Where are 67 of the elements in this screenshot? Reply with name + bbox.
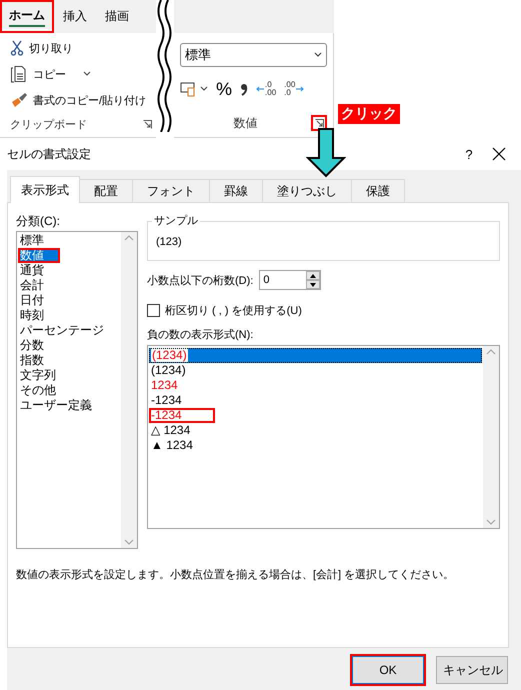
group-label: 数値 [232, 114, 258, 132]
format-item[interactable]: (1234) [149, 363, 482, 378]
callout-label: クリック [338, 104, 400, 124]
ribbon-tab[interactable]: 描画 [96, 0, 138, 33]
category-item[interactable]: 会計 [18, 278, 120, 293]
checkbox-label: 桁区切り ( , ) を使用する(U) [165, 304, 302, 318]
category-item[interactable]: 指数 [18, 353, 120, 368]
launcher-icon [314, 118, 324, 128]
group-legend: サンプル [152, 214, 200, 228]
ribbon-tab[interactable]: ホーム [0, 0, 54, 33]
scissors-icon [10, 40, 24, 56]
copy-icon [10, 65, 28, 83]
category-item[interactable]: パーセンテージ [18, 323, 120, 338]
format-text: (1234) [151, 348, 188, 362]
field-label: 負の数の表示形式(N): [147, 328, 254, 342]
format-text: (1234) [151, 363, 186, 377]
decrease-decimal-button[interactable]: .0 .00 [256, 81, 276, 97]
format-item[interactable]: △ 1234 [149, 423, 482, 438]
dialog-tab[interactable]: 保護 [351, 179, 405, 202]
sample-value: (123) [156, 236, 182, 248]
field-label: 分類(C): [16, 212, 61, 230]
description-text: 数値の表示形式を設定します。小数点位置を揃える場合は、[会計] を選択してください。 [16, 568, 456, 582]
ok-button[interactable]: OK [352, 656, 424, 684]
category-item[interactable]: 日付 [18, 293, 120, 308]
category-item[interactable]: その他 [18, 383, 120, 398]
left-arrow-icon [256, 86, 264, 92]
category-item[interactable]: 時刻 [18, 308, 120, 323]
category-item[interactable]: ユーザー定義 [18, 398, 120, 413]
cancel-button[interactable]: キャンセル [436, 656, 508, 684]
format-text: -1234 [151, 393, 182, 407]
paintbrush-icon [10, 92, 28, 108]
ribbon-command[interactable]: 切り取り [29, 40, 73, 56]
category-item[interactable]: 文字列 [18, 368, 120, 383]
field-label: 小数点以下の桁数(D): [147, 274, 254, 288]
format-item[interactable]: (1234) [149, 348, 482, 363]
negative-format-list[interactable]: (1234) (1234) 1234 -1234 -1234 △ 1234 ▲ 1234 [147, 345, 500, 529]
format-item[interactable]: ▲ 1234 [149, 438, 482, 453]
ribbon-tab[interactable]: 挿入 [54, 0, 96, 33]
format-item[interactable]: -1234 [149, 393, 482, 408]
category-item[interactable]: 分数 [18, 338, 120, 353]
group-label: クリップボード [10, 118, 87, 132]
right-arrow-icon [296, 86, 304, 92]
ribbon-command[interactable]: コピー [33, 66, 66, 82]
category-list[interactable]: 標準 数値 通貨 会計 日付 時刻 パーセンテージ 分数 指数 文字列 その他 ユーザー定義 [16, 231, 138, 549]
format-item[interactable]: -1234 [149, 408, 215, 423]
down-arrow-icon [306, 128, 346, 178]
category-item[interactable]: 標準 [18, 233, 120, 248]
format-text: △ 1234 [151, 423, 190, 437]
help-button[interactable]: ? [449, 146, 489, 162]
number-format-dropdown[interactable]: 標準 [180, 43, 327, 67]
format-item[interactable]: 1234 [149, 378, 482, 393]
format-text: -1234 [151, 408, 182, 422]
category-item[interactable]: 数値 [18, 248, 60, 263]
increase-decimal-button[interactable]: .00 .0 [284, 81, 304, 97]
format-text: 1234 [151, 378, 178, 392]
decimal-spinner[interactable]: 0 [259, 270, 322, 290]
category-item[interactable]: 通貨 [18, 263, 120, 278]
percent-button[interactable]: % [216, 78, 232, 100]
chevron-icon [314, 52, 322, 58]
dialog-title: セルの書式設定 [7, 146, 92, 162]
checkbox[interactable] [147, 304, 160, 316]
ribbon-command[interactable]: 書式のコピー/貼り付け [33, 92, 146, 108]
comma-style-icon[interactable] [240, 82, 248, 96]
format-text: ▲ 1234 [151, 438, 193, 452]
launcher-icon[interactable] [143, 120, 152, 129]
chevron-icon[interactable] [83, 71, 91, 77]
dialog-tab[interactable]: 表示形式 [10, 176, 80, 203]
